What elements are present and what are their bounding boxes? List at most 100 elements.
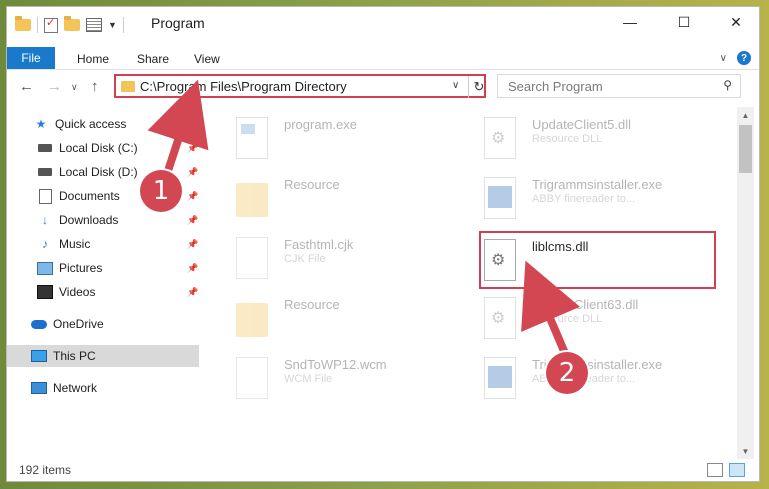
- up-arrow-icon[interactable]: ↑: [91, 78, 99, 95]
- file-item[interactable]: UpdateClient63.dll Resource DLL: [472, 289, 712, 345]
- file-item[interactable]: Trigrammsinstaller.exe ABBY finereader t…: [472, 349, 712, 405]
- close-button[interactable]: ✕: [713, 7, 759, 37]
- customize-toolbar-dropdown-icon[interactable]: ▼: [108, 20, 117, 30]
- drive-icon: [37, 141, 53, 155]
- sidebar-item-videos[interactable]: Videos 📌: [7, 281, 199, 303]
- folder-item[interactable]: Resource: [224, 169, 464, 225]
- installer-icon: [484, 357, 516, 399]
- network-icon: [31, 381, 47, 395]
- pictures-icon: [37, 261, 53, 275]
- file-item[interactable]: UpdateClient5.dll Resource DLL: [472, 109, 712, 165]
- pc-icon: [31, 349, 47, 363]
- scroll-down-icon[interactable]: ▼: [737, 443, 754, 459]
- window-title: Program: [151, 15, 205, 31]
- file-item[interactable]: Fasthtml.cjk CJK File: [224, 229, 464, 285]
- sidebar-item-label: This PC: [53, 349, 96, 363]
- dll-icon: [484, 117, 516, 159]
- file-item[interactable]: Trigrammsinstaller.exe ABBY finereader t…: [472, 169, 712, 225]
- tab-view[interactable]: View: [194, 52, 220, 66]
- doc-icon: [236, 357, 268, 399]
- doc-icon: [236, 237, 268, 279]
- folder-icon[interactable]: [15, 16, 31, 31]
- tab-home[interactable]: Home: [77, 52, 109, 66]
- sidebar-item-label: Documents: [59, 189, 120, 203]
- file-name: Resource: [284, 297, 340, 312]
- pin-icon[interactable]: 📌: [187, 239, 198, 250]
- navigation-bar: ← → ∨ ↑ C:\Program Files\Program Directo…: [7, 73, 759, 103]
- forward-arrow-icon[interactable]: →: [47, 78, 62, 95]
- pin-icon[interactable]: 📌: [187, 287, 198, 298]
- maximize-button[interactable]: ☐: [661, 7, 707, 37]
- help-icon[interactable]: ?: [737, 51, 751, 65]
- ribbon-controls: ∨ ?: [720, 51, 751, 65]
- callout-badge-1: 1: [140, 170, 182, 212]
- properties-check-icon[interactable]: [44, 16, 58, 33]
- pin-icon[interactable]: 📌: [187, 167, 198, 178]
- file-highlight-box: [479, 231, 716, 289]
- explorer-window: ▼ Program — ☐ ✕ File Home Share View ∨ ?…: [6, 6, 760, 482]
- sidebar-item-label: Music: [59, 237, 91, 251]
- sidebar-item-network[interactable]: Network: [7, 377, 199, 399]
- status-bar: 192 items: [7, 459, 759, 481]
- sidebar-item-label: OneDrive: [53, 317, 104, 331]
- tab-share[interactable]: Share: [137, 52, 169, 66]
- details-view-icon[interactable]: [707, 463, 723, 477]
- file-description: WCM File: [284, 373, 333, 385]
- view-buttons: [707, 463, 745, 477]
- vertical-scrollbar[interactable]: ▲ ▼: [737, 107, 754, 459]
- address-dropdown-icon[interactable]: ∨: [452, 80, 459, 91]
- address-bar[interactable]: C:\Program Files\Program Directory ∨ ↻: [114, 74, 486, 98]
- file-description: ABBY finereader to...: [532, 193, 636, 205]
- search-input[interactable]: Search Program: [508, 79, 603, 94]
- pin-icon[interactable]: 📌: [187, 215, 198, 226]
- minimize-button[interactable]: —: [607, 7, 653, 37]
- documents-icon: [37, 188, 53, 204]
- pin-icon[interactable]: 📌: [187, 143, 198, 154]
- exe-icon: [236, 117, 268, 159]
- search-icon[interactable]: ⚲: [723, 78, 732, 92]
- sidebar-item-quick-access[interactable]: ★ Quick access: [7, 113, 199, 135]
- refresh-icon[interactable]: ↻: [468, 76, 489, 98]
- scroll-up-icon[interactable]: ▲: [737, 107, 754, 123]
- ribbon-tabs: File Home Share View ∨ ?: [7, 43, 759, 70]
- back-arrow-icon[interactable]: ←: [19, 78, 34, 95]
- file-name: SndToWP12.wcm: [284, 357, 387, 372]
- properties-icon[interactable]: [86, 18, 102, 32]
- sidebar-item-label: Network: [53, 381, 98, 395]
- pin-icon[interactable]: 📌: [187, 191, 198, 202]
- cloud-icon: [31, 317, 47, 331]
- sidebar-item-label: Local Disk (D:): [59, 165, 138, 179]
- callout-badge-2: 2: [546, 352, 588, 394]
- folder-item[interactable]: Resource: [224, 289, 464, 345]
- file-item[interactable]: program.exe: [224, 109, 464, 165]
- file-name: UpdateClient5.dll: [532, 117, 632, 132]
- file-name: program.exe: [284, 117, 357, 132]
- installer-icon: [484, 177, 516, 219]
- quick-access-toolbar: ▼: [15, 16, 124, 33]
- divider: [37, 17, 38, 33]
- sidebar-item-label: Quick access: [55, 117, 127, 131]
- large-icons-view-icon[interactable]: [729, 463, 745, 477]
- tab-file[interactable]: File: [7, 47, 55, 69]
- pin-icon[interactable]: 📌: [187, 263, 198, 274]
- file-description: Resource DLL: [532, 313, 603, 325]
- expand-ribbon-icon[interactable]: ∨: [720, 53, 727, 64]
- divider: [122, 17, 124, 33]
- sidebar-item-music[interactable]: ♪ Music 📌: [7, 233, 199, 255]
- sidebar-item-local-disk-c[interactable]: Local Disk (C:) 📌: [7, 137, 199, 159]
- scroll-thumb[interactable]: [739, 125, 752, 173]
- sidebar-item-downloads[interactable]: ↓ Downloads 📌: [7, 209, 199, 231]
- address-path[interactable]: C:\Program Files\Program Directory: [140, 79, 347, 94]
- recent-locations-dropdown-icon[interactable]: ∨: [71, 82, 78, 93]
- file-item[interactable]: SndToWP12.wcm WCM File: [224, 349, 464, 405]
- new-folder-icon[interactable]: [64, 16, 80, 31]
- navigation-pane: ★ Quick access Local Disk (C:) 📌 Local D…: [7, 107, 199, 457]
- sidebar-item-label: Downloads: [59, 213, 119, 227]
- file-name: Resource: [284, 177, 340, 192]
- item-count: 192 items: [19, 463, 72, 477]
- sidebar-item-pictures[interactable]: Pictures 📌: [7, 257, 199, 279]
- music-icon: ♪: [42, 237, 48, 251]
- sidebar-item-onedrive[interactable]: OneDrive: [7, 313, 199, 335]
- sidebar-item-this-pc[interactable]: This PC: [7, 345, 199, 367]
- search-box[interactable]: Search Program ⚲: [497, 74, 741, 98]
